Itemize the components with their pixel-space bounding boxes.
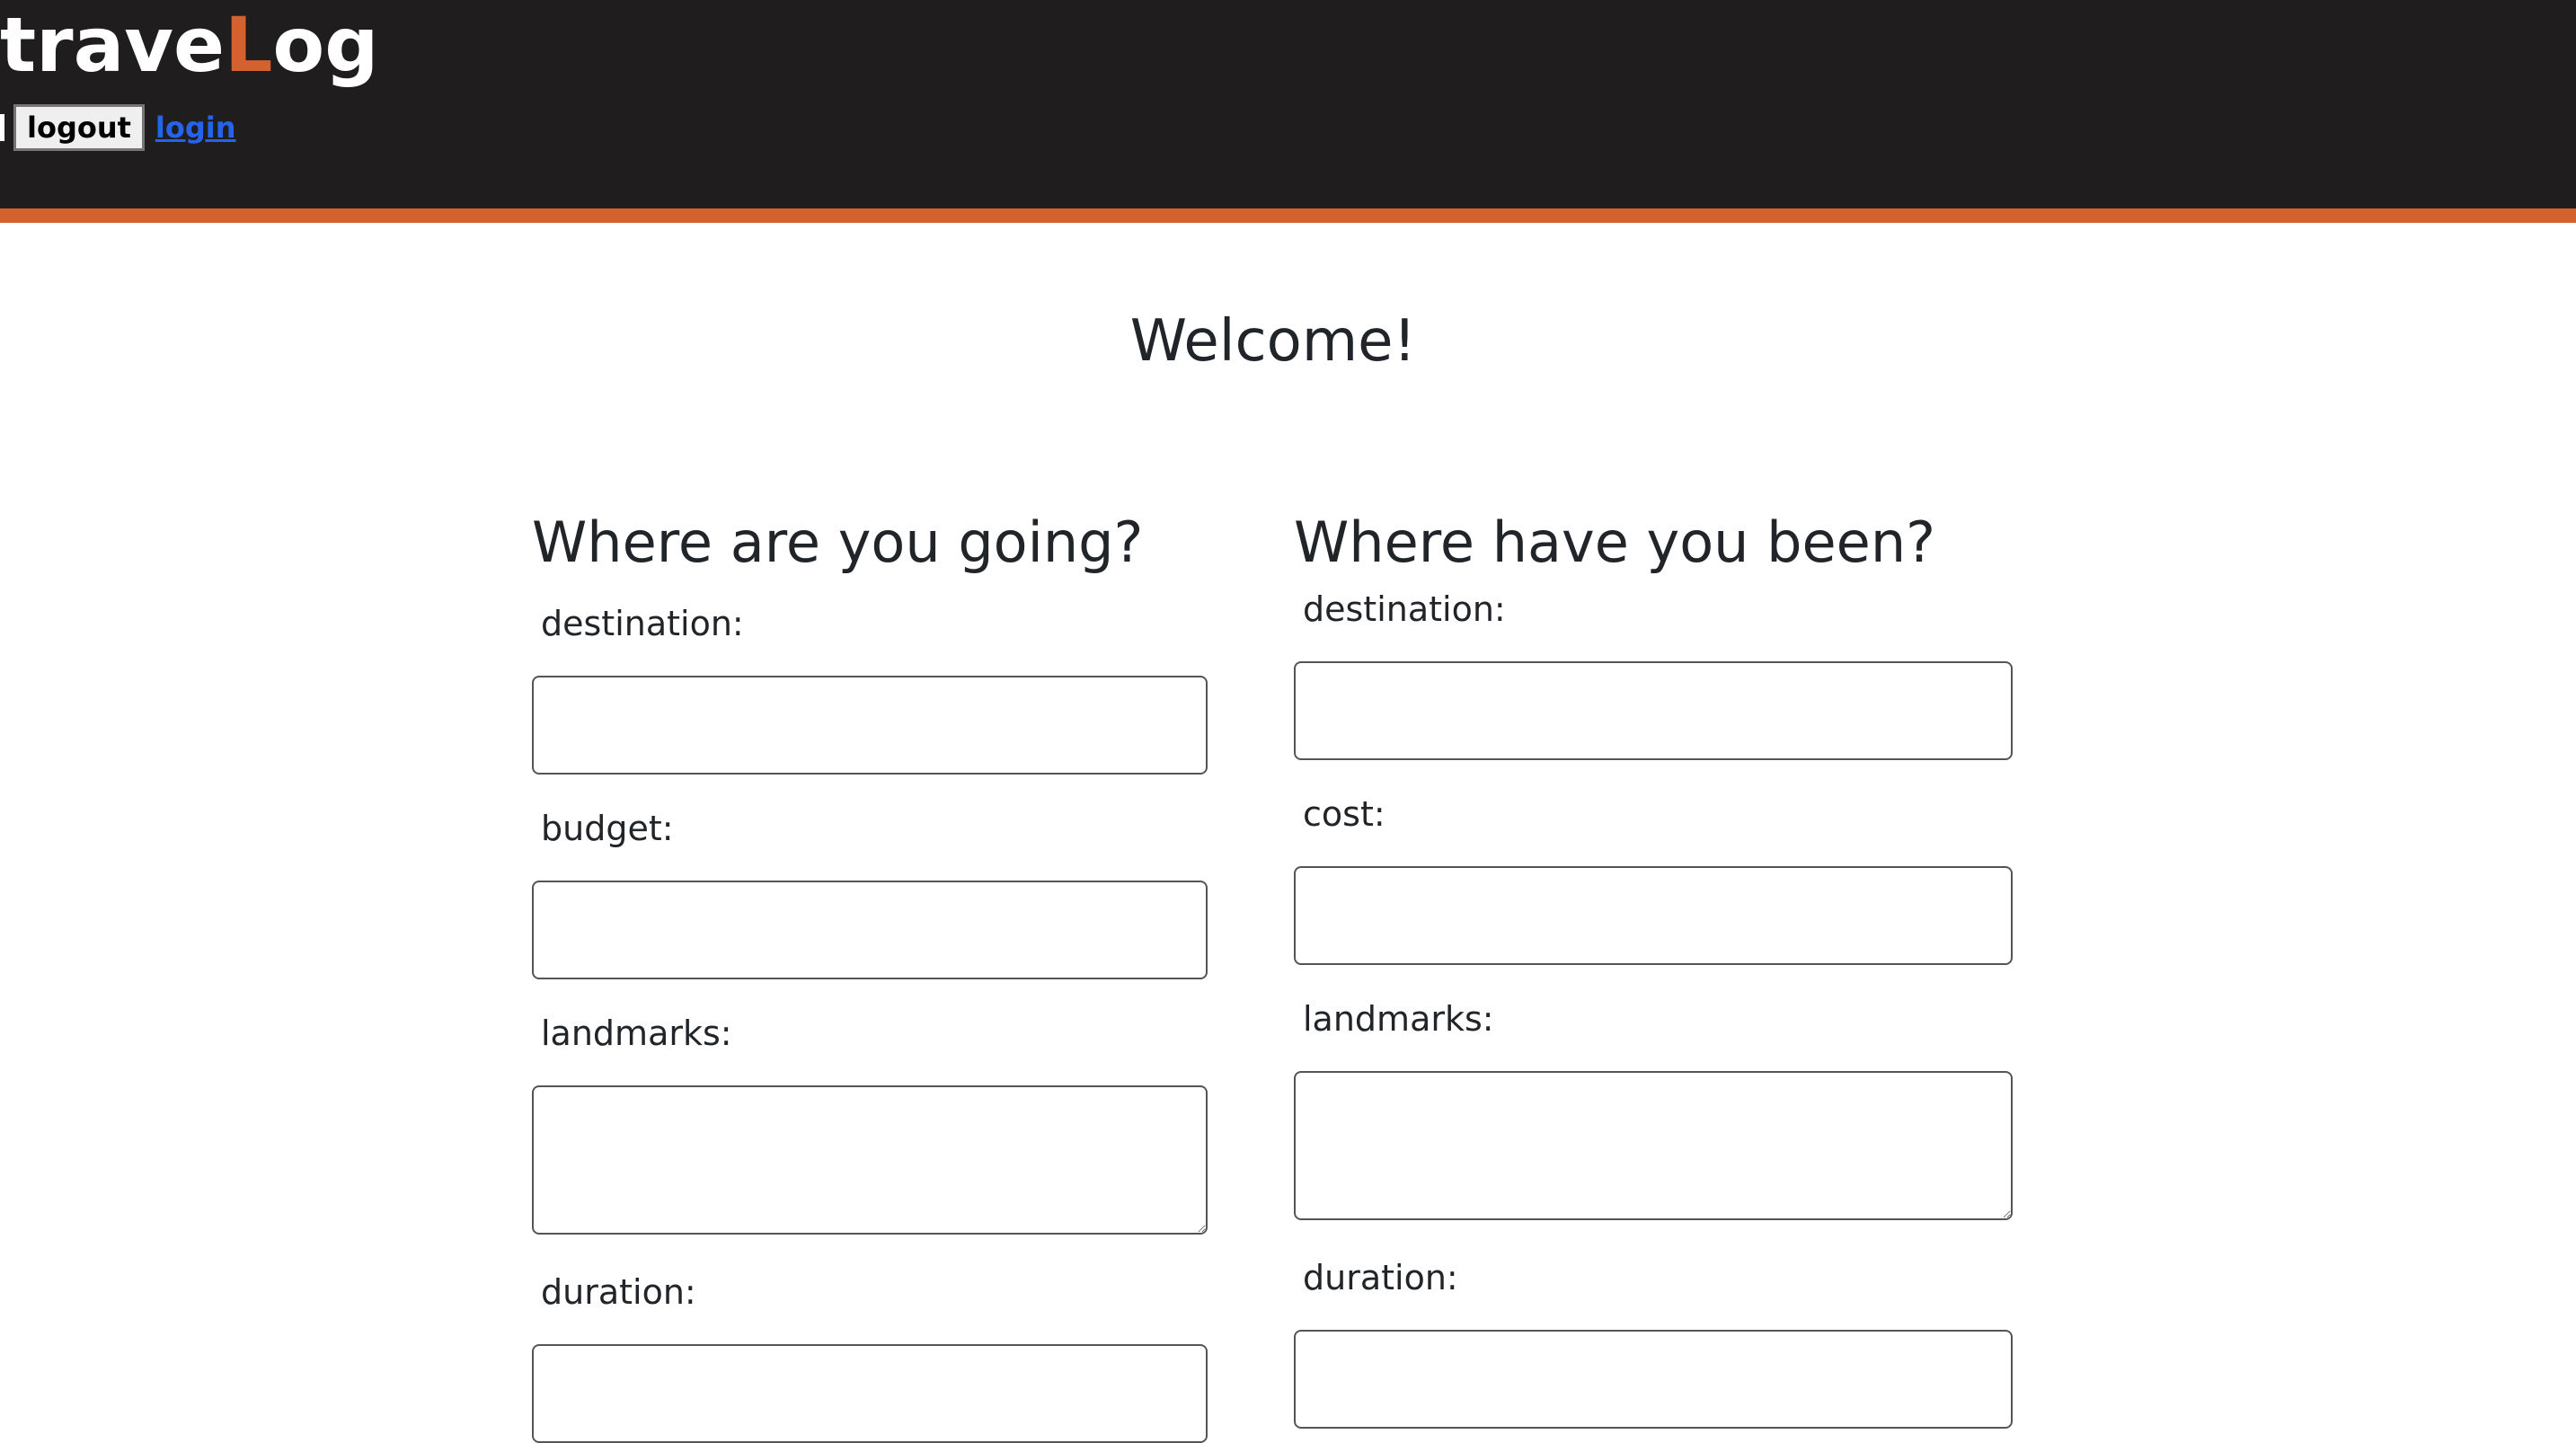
login-link[interactable]: login: [155, 111, 236, 145]
going-duration-label: duration:: [541, 1272, 696, 1312]
going-form: Where are you going? destination: budget…: [532, 503, 1208, 1443]
logo-prefix: trave: [0, 1, 225, 89]
been-cost-label: cost:: [1303, 794, 1385, 834]
been-cost-input[interactable]: [1294, 866, 2013, 965]
travelog-logo[interactable]: traveLog: [0, 0, 378, 90]
been-form: Where have you been? destination: cost: …: [1294, 503, 2013, 1429]
going-duration-input[interactable]: [532, 1344, 1208, 1443]
going-heading: Where are you going?: [532, 509, 1144, 575]
logo-suffix: og: [272, 1, 379, 89]
nav-divider: [0, 114, 4, 141]
been-destination-label: destination:: [1303, 589, 1506, 629]
going-landmarks-textarea[interactable]: [532, 1085, 1208, 1235]
going-destination-input[interactable]: [532, 676, 1208, 775]
header-nav: logout login: [0, 102, 236, 153]
site-header: traveLog logout login: [0, 0, 2576, 223]
logout-button[interactable]: logout: [13, 104, 145, 151]
been-heading: Where have you been?: [1294, 509, 1936, 575]
going-budget-input[interactable]: [532, 881, 1208, 979]
logo-accent-letter: L: [225, 1, 273, 89]
been-duration-label: duration:: [1303, 1258, 1458, 1297]
been-landmarks-label: landmarks:: [1303, 999, 1494, 1039]
welcome-heading: Welcome!: [1129, 308, 1417, 375]
going-destination-label: destination:: [541, 604, 744, 643]
been-landmarks-textarea[interactable]: [1294, 1071, 2013, 1220]
been-duration-input[interactable]: [1294, 1330, 2013, 1429]
been-destination-input[interactable]: [1294, 661, 2013, 760]
going-budget-label: budget:: [541, 809, 674, 848]
going-landmarks-label: landmarks:: [541, 1014, 732, 1053]
